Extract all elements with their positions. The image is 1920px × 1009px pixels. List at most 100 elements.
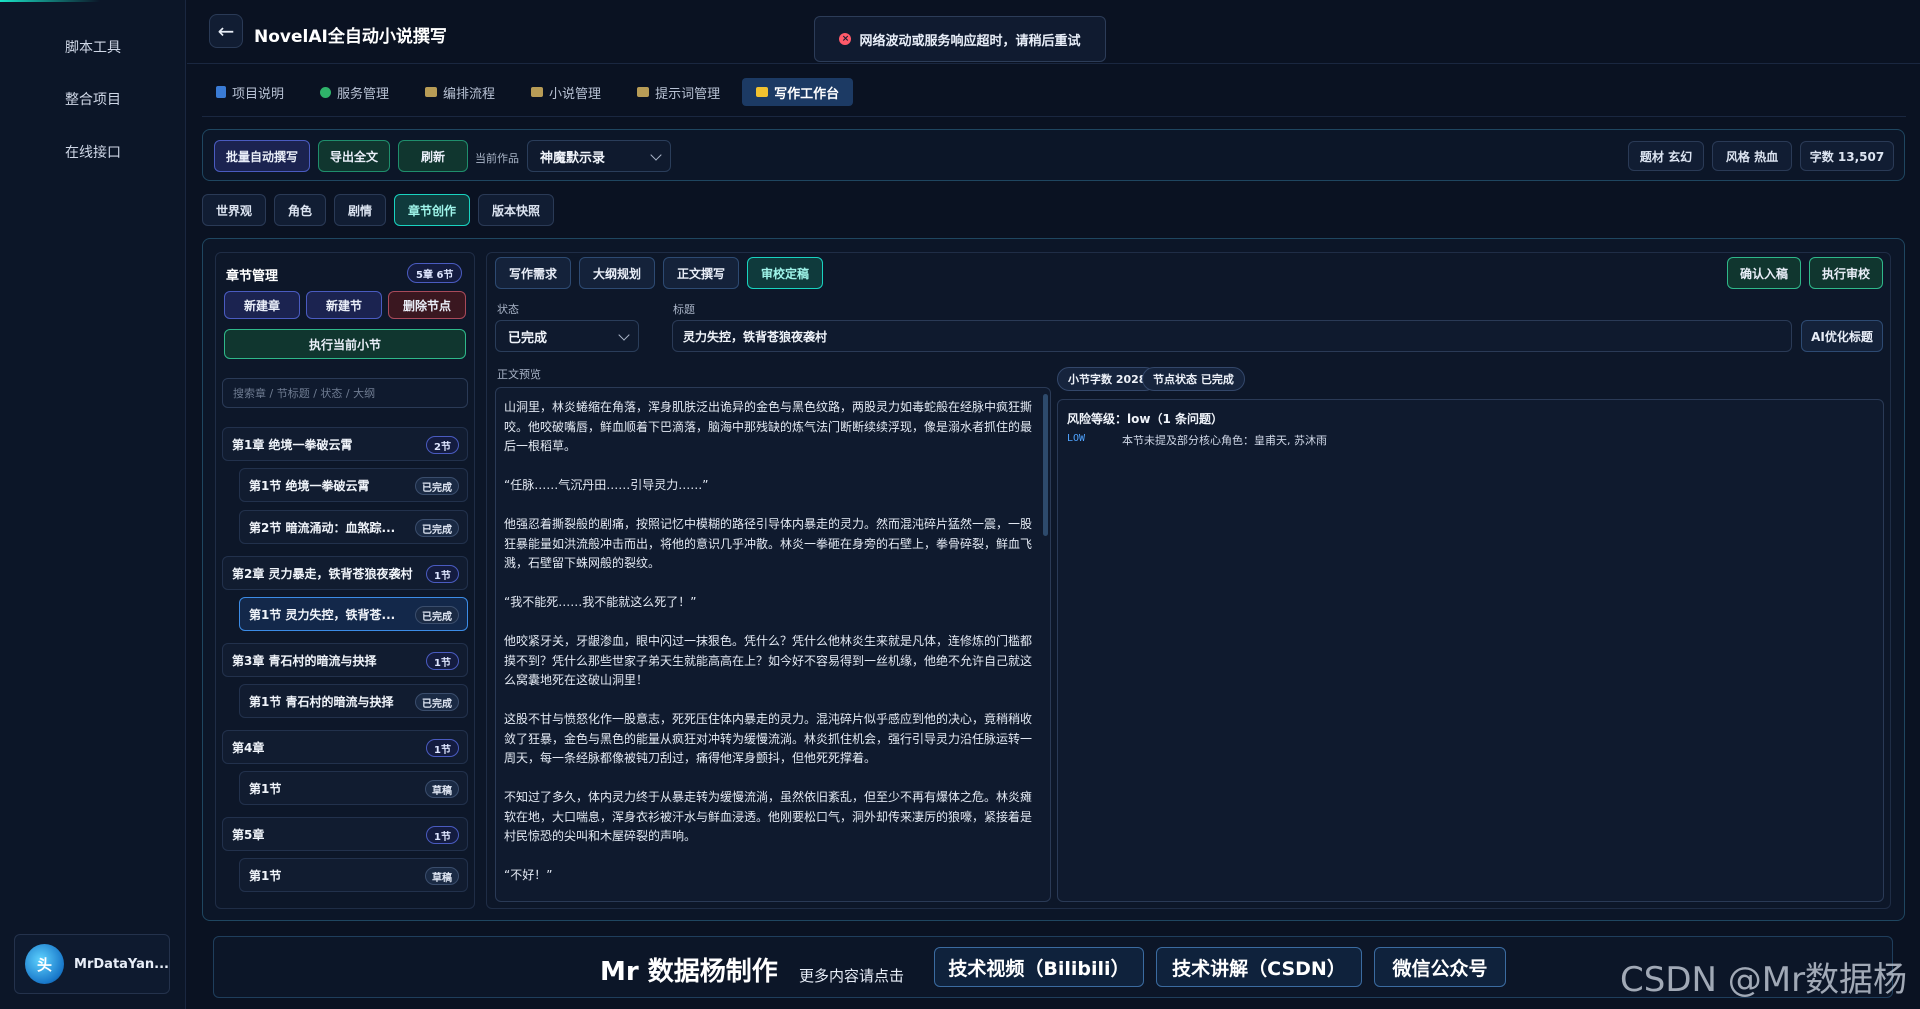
status-badge: 已完成 — [415, 477, 459, 495]
section-row[interactable]: 第1节 绝境一拳破云霄 已完成 — [239, 468, 468, 502]
content-preview[interactable]: 山洞里，林炎蜷缩在角落，浑身肌肤泛出诡异的金色与黑色纹路，两股灵力如毒蛇般在经脉… — [495, 387, 1051, 902]
current-work-label: 当前作品 — [475, 152, 519, 165]
folder-icon — [531, 87, 544, 97]
count-badge: 1节 — [426, 739, 459, 757]
refresh-button[interactable]: 刷新 — [398, 140, 468, 172]
sidebar-item-script-tools[interactable]: 脚本工具 — [0, 37, 186, 57]
chapter-row[interactable]: 第4章 1节 — [222, 730, 468, 764]
chapter-panel-title: 章节管理 — [226, 269, 279, 284]
status-badge: 已完成 — [415, 606, 459, 624]
title-input[interactable]: 灵力失控，铁背苍狼夜袭村 — [672, 320, 1792, 352]
user-card[interactable]: 头 MrDataYan... — [14, 934, 170, 994]
status-badge: 草稿 — [425, 867, 459, 885]
subtab-world[interactable]: 世界观 — [202, 194, 266, 226]
folder-icon — [425, 87, 438, 97]
sidebar-glow — [0, 0, 100, 2]
paragraph: 他咬紧牙关，牙龈渗血，眼中闪过一抹狠色。凭什么？凭什么他林炎生来就是凡体，连修炼… — [504, 634, 1033, 687]
sidebar-item-online-api[interactable]: 在线接口 — [0, 142, 186, 162]
paragraph: “任脉……气沉丹田……引导灵力……” — [504, 478, 709, 492]
page-title: NovelAI全自动小说撰写 — [254, 27, 447, 47]
ai-optimize-title-button[interactable]: AI优化标题 — [1801, 320, 1883, 352]
status-select[interactable]: 已完成 — [495, 320, 639, 352]
new-chapter-button[interactable]: 新建章 — [224, 291, 300, 319]
chevron-down-icon — [650, 149, 662, 161]
row-label: 第1节 青石村的暗流与抉择 — [249, 694, 394, 709]
batch-write-button[interactable]: 批量自动撰写 — [214, 140, 310, 172]
editor-panel: 写作需求 大纲规划 正文撰写 审校定稿 确认入稿 执行审校 状态 已完成 标题 … — [486, 252, 1891, 909]
tab-label: 服务管理 — [337, 86, 390, 102]
subtab-characters[interactable]: 角色 — [274, 194, 326, 226]
content-text: 山洞里，林炎蜷缩在角落，浑身肌肤泛出诡异的金色与黑色纹路，两股灵力如毒蛇般在经脉… — [496, 388, 1050, 901]
section-row-selected[interactable]: 第1节 灵力失控，铁背苍... 已完成 — [239, 597, 468, 631]
chapter-search-input[interactable]: 搜索章 / 节标题 / 状态 / 大纲 — [222, 378, 468, 408]
user-name: MrDataYan... — [74, 956, 169, 972]
risk-issue: 本节未提及部分核心角色：皇甫天, 苏沐雨 — [1122, 434, 1327, 447]
toast-text: 网络波动或服务响应超时，请稍后重试 — [859, 33, 1081, 49]
sidebar: 脚本工具 整合项目 在线接口 头 MrDataYan... — [0, 0, 186, 1009]
genre-chip: 题材 玄幻 — [1628, 141, 1704, 171]
count-badge: 1节 — [426, 652, 459, 670]
tab-label: 小说管理 — [549, 86, 602, 102]
delete-node-button[interactable]: 删除节点 — [388, 291, 466, 319]
run-review-button[interactable]: 执行审校 — [1809, 257, 1883, 289]
section-row[interactable]: 第2节 暗流涌动：血煞踪... 已完成 — [239, 510, 468, 544]
tab-prompts[interactable]: 提示词管理 — [623, 78, 734, 106]
status-select-value: 已完成 — [508, 330, 548, 346]
confirm-draft-button[interactable]: 确认入稿 — [1727, 257, 1801, 289]
row-label: 第1节 灵力失控，铁背苍... — [249, 607, 396, 622]
status-badge: 已完成 — [415, 519, 459, 537]
chapter-row[interactable]: 第5章 1节 — [222, 817, 468, 851]
risk-title: 风险等级：low（1 条问题） — [1067, 412, 1223, 426]
chapter-row[interactable]: 第1章 绝境一拳破云霄 2节 — [222, 427, 468, 461]
tab-outline[interactable]: 大纲规划 — [579, 257, 655, 289]
arrow-left-icon: ← — [217, 19, 235, 43]
wechat-link[interactable]: 微信公众号 — [1374, 947, 1506, 987]
avatar: 头 — [25, 944, 65, 984]
tab-service[interactable]: 服务管理 — [306, 78, 403, 106]
style-chip: 风格 热血 — [1712, 141, 1792, 171]
tab-writing-requirements[interactable]: 写作需求 — [495, 257, 571, 289]
footer-sub: 更多内容请点击 — [799, 967, 905, 985]
csdn-link[interactable]: 技术讲解（CSDN） — [1156, 947, 1362, 987]
paragraph: “我不能死……我不能就这么死了！” — [504, 595, 697, 609]
chapter-row[interactable]: 第3章 青石村的暗流与抉择 1节 — [222, 643, 468, 677]
tab-label: 项目说明 — [232, 86, 285, 102]
tab-novel[interactable]: 小说管理 — [517, 78, 615, 106]
row-label: 第1节 — [249, 868, 282, 883]
work-select[interactable]: 神魔默示录 — [527, 140, 671, 172]
count-badge: 1节 — [426, 826, 459, 844]
review-result-box: 风险等级：low（1 条问题） LOW 本节未提及部分核心角色：皇甫天, 苏沐雨 — [1057, 399, 1884, 902]
tab-review[interactable]: 审校定稿 — [747, 257, 823, 289]
preview-label: 正文预览 — [497, 368, 541, 381]
section-row[interactable]: 第1节 草稿 — [239, 858, 468, 892]
section-row[interactable]: 第1节 青石村的暗流与抉择 已完成 — [239, 684, 468, 718]
export-button[interactable]: 导出全文 — [318, 140, 390, 172]
tab-workflow[interactable]: 编排流程 — [411, 78, 509, 106]
subtab-snapshots[interactable]: 版本快照 — [478, 194, 554, 226]
tab-writing-desk[interactable]: 写作工作台 — [742, 78, 854, 106]
tab-project-info[interactable]: 项目说明 — [202, 78, 298, 106]
divider — [202, 116, 1906, 117]
main-tabs: 项目说明 服务管理 编排流程 小说管理 提示词管理 写作工作台 — [202, 78, 854, 106]
scrollbar[interactable] — [1043, 394, 1048, 536]
watermark: CSDN @Mr数据杨 — [1620, 960, 1908, 1000]
chapter-row[interactable]: 第2章 灵力暴走，铁背苍狼夜袭村 1节 — [222, 556, 468, 590]
run-current-section-button[interactable]: 执行当前小节 — [224, 329, 466, 359]
bilibili-link[interactable]: 技术视频（Bilibili） — [934, 947, 1144, 987]
new-section-button[interactable]: 新建节 — [306, 291, 382, 319]
risk-level: LOW — [1067, 433, 1086, 444]
tab-label: 提示词管理 — [655, 86, 721, 102]
section-row[interactable]: 第1节 草稿 — [239, 771, 468, 805]
status-badge: 已完成 — [415, 693, 459, 711]
row-label: 第4章 — [232, 740, 265, 755]
tab-body-writing[interactable]: 正文撰写 — [663, 257, 739, 289]
back-button[interactable]: ← — [209, 14, 243, 48]
subtab-plot[interactable]: 剧情 — [334, 194, 386, 226]
doc-icon — [216, 86, 226, 98]
work-select-value: 神魔默示录 — [540, 150, 606, 166]
tab-label: 写作工作台 — [774, 86, 840, 102]
footer-brand: Mr 数据杨制作 — [600, 957, 778, 987]
sidebar-item-projects[interactable]: 整合项目 — [0, 89, 186, 109]
subtab-chapter-writing[interactable]: 章节创作 — [394, 194, 470, 226]
row-label: 第2节 暗流涌动：血煞踪... — [249, 520, 396, 535]
